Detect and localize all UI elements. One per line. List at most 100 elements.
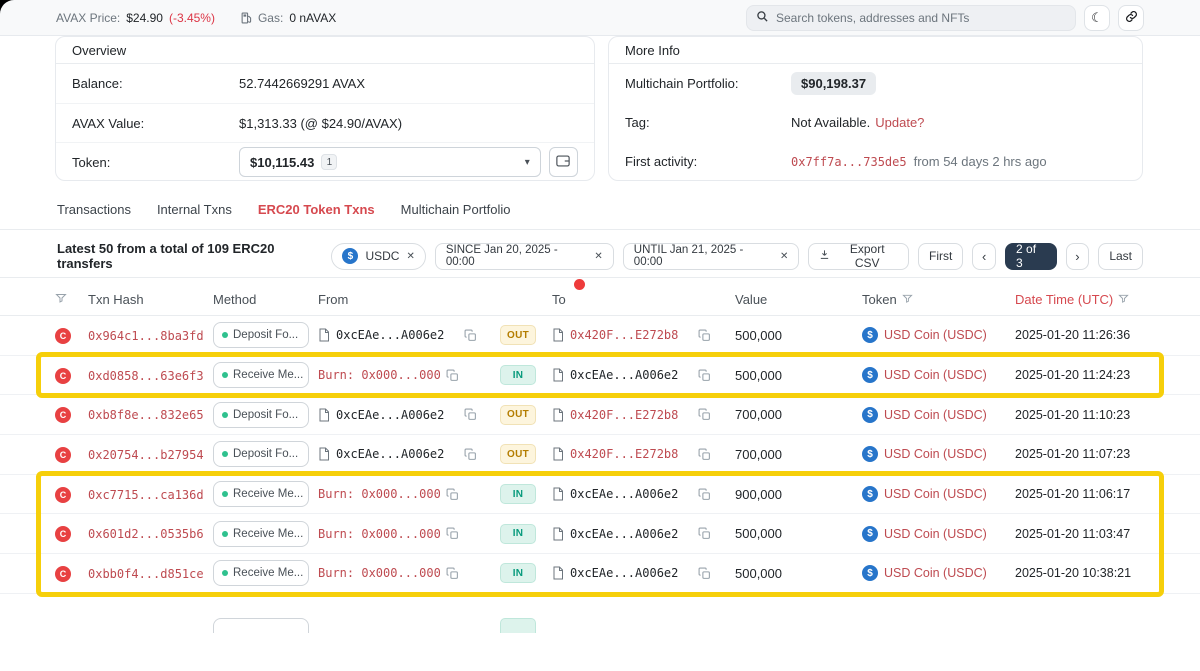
from-address[interactable]: 0xcEAe...A006e2 — [336, 447, 458, 461]
c-chain-icon: C — [55, 487, 71, 503]
export-csv-label: Export CSV — [836, 242, 898, 270]
method-button[interactable]: Deposit Fo... — [213, 402, 309, 428]
copy-icon[interactable] — [698, 448, 711, 461]
chevron-right-icon: › — [1075, 249, 1079, 264]
from-address[interactable]: Burn: 0x000...000 — [318, 527, 440, 541]
copy-icon[interactable] — [446, 369, 459, 382]
until-filter-chip[interactable]: UNTIL Jan 21, 2025 - 00:00 ✕ — [623, 243, 800, 270]
token-link[interactable]: USD Coin (USDC) — [884, 487, 987, 501]
filter-divider — [0, 277, 1200, 278]
txn-hash-link[interactable]: 0xbb0f4...d851ce — [88, 567, 204, 581]
from-address[interactable]: Burn: 0x000...000 — [318, 368, 440, 382]
more-info-card: More Info Multichain Portfolio: $90,198.… — [608, 36, 1143, 181]
method-button[interactable]: Receive Me... — [213, 560, 309, 586]
row-filter-icon[interactable] — [55, 292, 88, 307]
token-link[interactable]: USD Coin (USDC) — [884, 527, 987, 541]
tag-update-link[interactable]: Update? — [875, 115, 924, 130]
method-button[interactable]: Receive Me... — [213, 362, 309, 388]
txn-hash-link[interactable]: 0xd0858...63e6f3 — [88, 369, 204, 383]
from-contract-icon — [318, 408, 330, 422]
token-link[interactable]: USD Coin (USDC) — [884, 566, 987, 580]
to-contract-icon — [552, 487, 564, 501]
to-address[interactable]: 0xcEAe...A006e2 — [570, 487, 692, 501]
c-chain-icon: C — [55, 407, 71, 423]
token-dropdown[interactable]: $10,115.43 1 ▾ — [239, 147, 541, 177]
network-link-button[interactable] — [1118, 5, 1144, 31]
partial-table-row — [0, 612, 1200, 633]
export-csv-button[interactable]: Export CSV — [808, 243, 909, 270]
method-button[interactable]: Deposit Fo... — [213, 322, 309, 348]
copy-icon[interactable] — [698, 567, 711, 580]
to-address[interactable]: 0x420F...E272b8 — [570, 328, 692, 342]
to-address[interactable]: 0x420F...E272b8 — [570, 447, 692, 461]
to-address[interactable]: 0xcEAe...A006e2 — [570, 566, 692, 580]
copy-icon[interactable] — [698, 369, 711, 382]
tab-transactions[interactable]: Transactions — [57, 202, 131, 217]
usdc-filter-chip[interactable]: $ USDC ✕ — [331, 243, 425, 270]
to-address[interactable]: 0xcEAe...A006e2 — [570, 527, 692, 541]
c-chain-icon: C — [55, 328, 71, 344]
avax-value-label: AVAX Value: — [72, 116, 239, 131]
copy-icon[interactable] — [446, 488, 459, 501]
theme-toggle-button[interactable]: ☾ — [1084, 5, 1110, 31]
method-button[interactable]: Deposit Fo... — [213, 441, 309, 467]
method-button[interactable]: Receive Me... — [213, 481, 309, 507]
txn-hash-link[interactable]: 0xc7715...ca136d — [88, 488, 204, 502]
copy-icon[interactable] — [698, 408, 711, 421]
pagination-last-button[interactable]: Last — [1098, 243, 1143, 270]
tab-erc20-token-txns[interactable]: ERC20 Token Txns — [258, 202, 375, 217]
pagination-prev-button[interactable]: ‹ — [972, 243, 996, 270]
from-address[interactable]: Burn: 0x000...000 — [318, 487, 440, 501]
search-box[interactable] — [746, 5, 1076, 31]
close-icon[interactable]: ✕ — [594, 251, 602, 262]
pagination-first-button[interactable]: First — [918, 243, 963, 270]
wallet-button[interactable] — [549, 147, 578, 177]
to-address[interactable]: 0xcEAe...A006e2 — [570, 368, 692, 382]
table-header: Txn Hash Method From To Value Token Date… — [0, 284, 1200, 316]
token-link[interactable]: USD Coin (USDC) — [884, 368, 987, 382]
copy-icon[interactable] — [464, 408, 477, 421]
c-chain-icon: C — [55, 368, 71, 384]
method-status-dot — [222, 332, 228, 338]
search-input[interactable] — [776, 11, 1066, 25]
copy-icon[interactable] — [446, 527, 459, 540]
usdc-icon: $ — [862, 486, 878, 502]
tag-row: Tag: Not Available. Update? — [609, 103, 1142, 142]
txn-hash-link[interactable]: 0x20754...b27954 — [88, 448, 204, 462]
partial-method-button[interactable] — [213, 618, 309, 633]
copy-icon[interactable] — [464, 329, 477, 342]
col-header-date: Date Time (UTC) — [1015, 292, 1113, 307]
copy-icon[interactable] — [698, 329, 711, 342]
date-filter-icon[interactable] — [1118, 292, 1129, 307]
method-button[interactable]: Receive Me... — [213, 521, 309, 547]
pagination-next-button[interactable]: › — [1066, 243, 1090, 270]
from-address[interactable]: Burn: 0x000...000 — [318, 566, 440, 580]
copy-icon[interactable] — [464, 448, 477, 461]
usdc-icon: $ — [862, 526, 878, 542]
from-address[interactable]: 0xcEAe...A006e2 — [336, 408, 458, 422]
token-label: Token: — [72, 155, 239, 170]
download-icon — [819, 249, 830, 263]
tab-multichain-portfolio[interactable]: Multichain Portfolio — [401, 202, 511, 217]
first-activity-hash-link[interactable]: 0x7ff7a...735de5 — [791, 155, 907, 169]
close-icon[interactable]: ✕ — [406, 251, 414, 262]
tab-internal-txns[interactable]: Internal Txns — [157, 202, 232, 217]
txn-hash-link[interactable]: 0xb8f8e...832e65 — [88, 408, 204, 422]
tabs-divider — [0, 229, 1200, 230]
copy-icon[interactable] — [446, 567, 459, 580]
to-address[interactable]: 0x420F...E272b8 — [570, 408, 692, 422]
token-link[interactable]: USD Coin (USDC) — [884, 447, 987, 461]
method-status-dot — [222, 570, 228, 576]
copy-icon[interactable] — [698, 488, 711, 501]
col-header-method: Method — [213, 292, 318, 307]
copy-icon[interactable] — [698, 527, 711, 540]
token-filter-icon[interactable] — [902, 292, 913, 307]
txn-hash-link[interactable]: 0x601d2...0535b6 — [88, 527, 204, 541]
close-icon[interactable]: ✕ — [780, 251, 788, 262]
token-link[interactable]: USD Coin (USDC) — [884, 408, 987, 422]
from-address[interactable]: 0xcEAe...A006e2 — [336, 328, 458, 342]
txn-hash-link[interactable]: 0x964c1...8ba3fd — [88, 329, 204, 343]
since-filter-chip[interactable]: SINCE Jan 20, 2025 - 00:00 ✕ — [435, 243, 614, 270]
token-link[interactable]: USD Coin (USDC) — [884, 328, 987, 342]
usdc-icon: $ — [862, 327, 878, 343]
